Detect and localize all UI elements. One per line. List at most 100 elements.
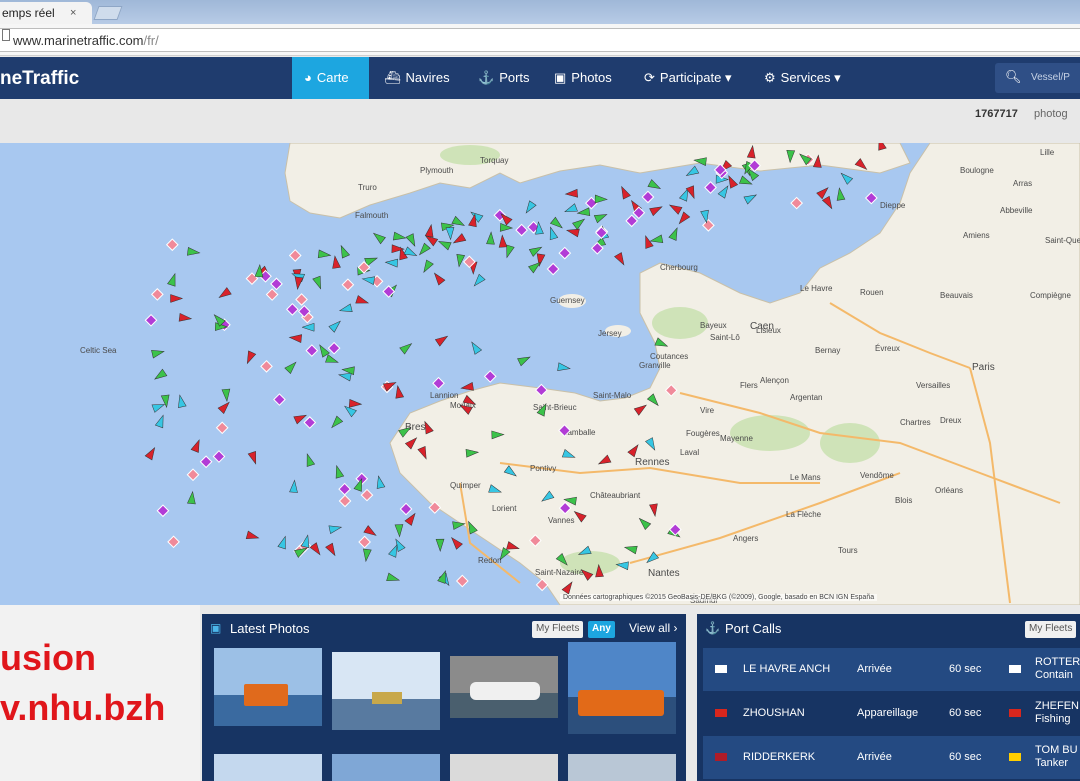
nav-navires[interactable]: ⛴ Navires xyxy=(372,57,462,99)
vessel-marker[interactable] xyxy=(431,271,446,286)
vessel-marker[interactable] xyxy=(338,482,351,496)
vessel-marker[interactable] xyxy=(294,276,304,291)
vessel-marker[interactable] xyxy=(328,318,343,333)
vessel-marker[interactable] xyxy=(451,233,467,246)
vessel-marker[interactable] xyxy=(247,450,259,465)
vessel-search[interactable]: 🔍︎ Vessel/P xyxy=(995,63,1080,93)
vessel-marker[interactable] xyxy=(515,223,528,237)
vessel-marker[interactable] xyxy=(432,376,445,390)
close-tab-icon[interactable]: × xyxy=(70,7,76,19)
vessel-marker[interactable] xyxy=(468,340,483,355)
vessel-marker[interactable] xyxy=(176,394,187,408)
vessel-marker[interactable] xyxy=(416,242,431,257)
vessel-marker[interactable] xyxy=(685,185,698,200)
vessel-photo[interactable] xyxy=(568,754,676,781)
vessel-marker[interactable] xyxy=(547,226,559,241)
vessel-marker[interactable] xyxy=(327,341,341,355)
vessel-marker[interactable] xyxy=(165,238,179,252)
vessel-marker[interactable] xyxy=(187,490,196,505)
nav-carte[interactable]: ◕ Carte xyxy=(292,57,369,99)
vessel-photo[interactable] xyxy=(450,656,558,718)
vessel-marker[interactable] xyxy=(333,464,345,479)
vessel-marker[interactable] xyxy=(212,450,226,463)
vessel-marker[interactable] xyxy=(363,525,378,539)
vessel-marker[interactable] xyxy=(375,475,386,489)
vessel-marker[interactable] xyxy=(217,287,232,300)
vessel-marker[interactable] xyxy=(549,216,564,231)
view-all-link[interactable]: View all › xyxy=(629,621,677,635)
vessel-marker[interactable] xyxy=(618,185,631,200)
vessel-marker[interactable] xyxy=(260,359,273,373)
vessel-marker[interactable] xyxy=(625,214,639,228)
vessel-marker[interactable] xyxy=(270,277,283,291)
vessel-marker[interactable] xyxy=(199,455,213,469)
vessel-marker[interactable] xyxy=(316,343,330,358)
vessel-marker[interactable] xyxy=(835,187,846,201)
vessel-marker[interactable] xyxy=(399,340,414,355)
nav-services[interactable]: ⚙ Services ▾ xyxy=(752,57,848,99)
vessel-marker[interactable] xyxy=(288,249,302,262)
vessel-marker[interactable] xyxy=(144,313,158,327)
port-call-row[interactable]: LE HAVRE ANCH Arrivée 60 sec ROTTER Contain xyxy=(703,648,1080,691)
vessel-marker[interactable] xyxy=(717,184,731,199)
vessel-marker[interactable] xyxy=(362,548,372,563)
vessel-marker[interactable] xyxy=(576,207,591,217)
vessel-marker[interactable] xyxy=(303,416,317,429)
vessel-marker[interactable] xyxy=(309,542,323,557)
vessel-marker[interactable] xyxy=(288,333,303,343)
vessel-marker[interactable] xyxy=(641,190,655,204)
vessel-marker[interactable] xyxy=(455,254,466,268)
vessel-marker[interactable] xyxy=(864,191,878,205)
my-fleets-toggle[interactable]: My Fleets xyxy=(1025,621,1077,638)
vessel-marker[interactable] xyxy=(221,388,231,403)
vessel-marker[interactable] xyxy=(312,275,325,290)
vessel-marker[interactable] xyxy=(301,322,315,332)
vessel-marker[interactable] xyxy=(455,574,469,588)
site-logo[interactable]: neTraffic xyxy=(0,68,79,90)
new-tab-button[interactable] xyxy=(93,6,123,20)
nav-participate[interactable]: ⟳ Participate ▾ xyxy=(632,57,742,99)
vessel-marker[interactable] xyxy=(420,259,434,274)
nav-ports[interactable]: ⚓ Ports xyxy=(466,57,536,99)
url-input[interactable]: www.marinetraffic.com/fr/ xyxy=(0,28,1080,52)
vessel-photo[interactable] xyxy=(332,652,440,730)
vessel-marker[interactable] xyxy=(156,504,170,518)
vessel-marker[interactable] xyxy=(434,333,449,347)
vessel-marker[interactable] xyxy=(498,234,508,248)
vessel-marker[interactable] xyxy=(517,353,532,367)
vessel-marker[interactable] xyxy=(348,399,363,408)
vessel-marker[interactable] xyxy=(471,273,486,288)
vessel-photo[interactable] xyxy=(568,642,676,734)
vessel-marker[interactable] xyxy=(286,303,299,316)
vessel-marker[interactable] xyxy=(303,453,316,467)
nav-photos[interactable]: ▣ Photos xyxy=(542,57,626,99)
port-call-row[interactable]: ZHOUSHAN Appareillage 60 sec ZHEFEN Fishing xyxy=(703,692,1080,735)
vessel-marker[interactable] xyxy=(725,174,739,189)
vessel-marker[interactable] xyxy=(167,272,179,287)
vessel-marker[interactable] xyxy=(563,203,578,216)
vessel-marker[interactable] xyxy=(424,223,435,238)
vessel-marker[interactable] xyxy=(558,246,572,260)
vessel-marker[interactable] xyxy=(170,294,184,303)
vessel-marker[interactable] xyxy=(341,278,355,292)
vessel-marker[interactable] xyxy=(838,170,854,185)
vessel-marker[interactable] xyxy=(338,303,353,315)
vessel-marker[interactable] xyxy=(305,344,319,357)
vessel-marker[interactable] xyxy=(245,530,260,542)
vessel-marker[interactable] xyxy=(614,252,627,267)
vessel-marker[interactable] xyxy=(437,238,452,251)
vessel-marker[interactable] xyxy=(684,165,700,179)
vessel-marker[interactable] xyxy=(486,231,495,245)
vessel-marker[interactable] xyxy=(564,188,578,198)
vessel-map[interactable]: Plymouth Torquay Falmouth Truro Celtic Sea Gu… xyxy=(0,143,1080,605)
vessel-marker[interactable] xyxy=(167,535,180,549)
vessel-marker[interactable] xyxy=(215,421,229,435)
vessel-marker[interactable] xyxy=(154,414,167,429)
vessel-marker[interactable] xyxy=(337,244,351,259)
my-fleets-toggle[interactable]: My Fleets xyxy=(532,621,584,638)
vessel-marker[interactable] xyxy=(244,350,257,365)
vessel-marker[interactable] xyxy=(649,203,664,217)
vessel-marker[interactable] xyxy=(273,393,286,406)
vessel-marker[interactable] xyxy=(360,488,374,502)
vessel-marker[interactable] xyxy=(743,191,758,205)
